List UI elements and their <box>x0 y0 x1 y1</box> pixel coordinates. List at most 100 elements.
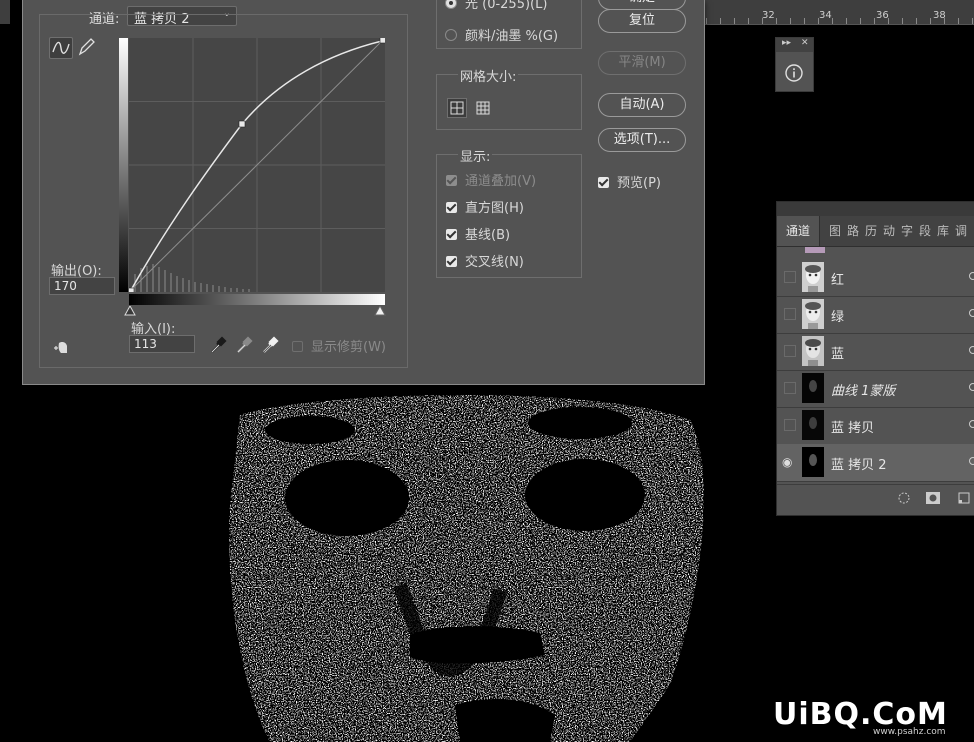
options-button[interactable]: 选项(T)... <box>598 128 686 152</box>
ruler-label: 34 <box>819 10 832 21</box>
checkbox-checked <box>598 177 609 188</box>
curve-icon <box>52 41 70 54</box>
tab-actions[interactable]: 动 <box>883 216 895 246</box>
radio-unselected <box>445 29 457 41</box>
rgb-thumbnail-peek <box>805 247 825 253</box>
radio-selected <box>445 0 457 9</box>
eye-icon[interactable]: ◉ <box>782 455 792 469</box>
channel-thumbnail <box>802 336 824 366</box>
checkbox-checked <box>446 202 457 213</box>
black-eyedropper-icon[interactable] <box>209 336 227 354</box>
display-title: 显示: <box>458 146 493 165</box>
panel-tabs: 通道 图 路 历 动 字 段 库 调 <box>777 216 974 247</box>
info-mini-panel: ▸▸ ✕ <box>775 37 814 92</box>
ruler-label: 36 <box>876 10 889 21</box>
output-gradient-bar <box>119 38 128 292</box>
curve-point-tool[interactable] <box>49 37 73 59</box>
gray-eyedropper-icon[interactable] <box>235 336 253 354</box>
channel-name: 蓝 拷贝 2 <box>831 458 887 473</box>
pencil-draw-tool[interactable] <box>75 37 97 57</box>
grid-size-title: 网格大小: <box>458 66 519 85</box>
tab-channels[interactable]: 通道 <box>777 216 820 246</box>
channel-row-blue-copy-2[interactable]: ◉ 蓝 拷贝 2 <box>777 444 974 482</box>
detailed-grid-icon <box>476 101 490 115</box>
curve-end-point-white[interactable] <box>379 38 385 44</box>
input-gradient-bar <box>129 294 385 305</box>
channel-option-dot <box>969 457 974 465</box>
channel-name: 曲线 1蒙版 <box>831 384 896 399</box>
output-field[interactable]: 170 <box>49 277 115 295</box>
tab-history[interactable]: 历 <box>865 216 877 246</box>
channel-name: 蓝 拷贝 <box>831 421 875 436</box>
checkbox-checked <box>446 229 457 240</box>
show-clipping-checkbox[interactable]: 显示修剪(W) <box>292 336 386 355</box>
black-point-slider[interactable] <box>124 306 136 316</box>
channel-overlay-checkbox[interactable]: 通道叠加(V) <box>446 170 536 189</box>
tab-layers[interactable]: 图 <box>829 216 841 246</box>
channel-row-blue-copy[interactable]: 蓝 拷贝 <box>777 407 974 445</box>
new-channel-icon[interactable] <box>957 491 971 505</box>
visibility-toggle[interactable] <box>784 345 796 357</box>
visibility-toggle[interactable] <box>784 271 796 283</box>
tab-paragraph[interactable]: 段 <box>919 216 931 246</box>
curve-control-point[interactable] <box>238 120 246 128</box>
baseline-label: 基线(B) <box>465 228 511 243</box>
load-selection-icon[interactable] <box>897 491 911 505</box>
detailed-grid-button[interactable] <box>473 98 493 118</box>
simple-grid-button[interactable] <box>447 98 467 118</box>
checkbox-checked-disabled <box>446 175 457 186</box>
tab-character[interactable]: 字 <box>901 216 913 246</box>
channel-overlay-label: 通道叠加(V) <box>465 174 537 189</box>
on-image-adjust-icon[interactable] <box>53 340 73 356</box>
channel-option-dot <box>969 272 974 280</box>
baseline-checkbox[interactable]: 基线(B) <box>446 224 510 243</box>
intersection-line-label: 交叉线(N) <box>465 255 524 270</box>
preview-label: 预览(P) <box>617 176 661 191</box>
save-selection-icon[interactable] <box>925 491 941 505</box>
pencil-icon <box>78 38 95 56</box>
intersection-line-checkbox[interactable]: 交叉线(N) <box>446 251 524 270</box>
light-option-label: 光 (0-255)(L) <box>465 0 548 12</box>
left-ruler-stub <box>0 0 10 24</box>
mini-panel-header: ▸▸ ✕ <box>776 38 813 52</box>
collapse-icon[interactable]: ▸▸ <box>782 38 791 48</box>
white-eyedropper-icon[interactable] <box>261 336 279 354</box>
info-icon[interactable] <box>784 63 804 83</box>
panel-footer <box>777 484 974 513</box>
channel-thumbnail <box>802 262 824 292</box>
channel-row-curves-mask[interactable]: 曲线 1蒙版 <box>777 370 974 408</box>
auto-button[interactable]: 自动(A) <box>598 93 686 117</box>
channel-row-green[interactable]: 绿 <box>777 296 974 334</box>
reset-button[interactable]: 复位 <box>598 9 686 33</box>
channel-option-dot <box>969 309 974 317</box>
white-point-slider[interactable] <box>374 306 386 316</box>
close-icon[interactable]: ✕ <box>801 38 809 48</box>
pigment-radio[interactable]: 颜料/油墨 %(G) <box>445 25 558 44</box>
preview-checkbox[interactable]: 预览(P) <box>598 172 661 191</box>
channel-name: 红 <box>831 273 845 288</box>
checkbox-box <box>292 341 303 352</box>
curve-graph[interactable] <box>129 38 385 292</box>
channel-option-dot <box>969 383 974 391</box>
tab-paths[interactable]: 路 <box>847 216 859 246</box>
input-field[interactable]: 113 <box>129 335 195 353</box>
light-radio[interactable]: 光 (0-255)(L) <box>445 0 547 12</box>
visibility-toggle[interactable] <box>784 308 796 320</box>
channel-row-blue[interactable]: 蓝 <box>777 333 974 371</box>
channel-name: 蓝 <box>831 347 845 362</box>
channel-option-dot <box>969 346 974 354</box>
channel-row-red[interactable]: 红 <box>777 259 974 297</box>
visibility-toggle[interactable] <box>784 419 796 431</box>
histogram-checkbox[interactable]: 直方图(H) <box>446 197 524 216</box>
smooth-button[interactable]: 平滑(M) <box>598 51 686 75</box>
channel-thumbnail <box>802 410 824 440</box>
channel-thumbnail <box>802 299 824 329</box>
tab-libraries[interactable]: 库 <box>937 216 949 246</box>
curve-end-point-black[interactable] <box>129 287 135 292</box>
channel-option-dot <box>969 420 974 428</box>
visibility-toggle[interactable] <box>784 382 796 394</box>
curves-dialog: 通道: 蓝 拷贝 2 ⌄ 输出(O): 170 输入(I): 113 显示修剪(… <box>22 0 705 385</box>
show-clipping-label: 显示修剪(W) <box>311 340 386 355</box>
histogram-label: 直方图(H) <box>465 201 524 216</box>
tab-adjustments[interactable]: 调 <box>955 216 967 246</box>
